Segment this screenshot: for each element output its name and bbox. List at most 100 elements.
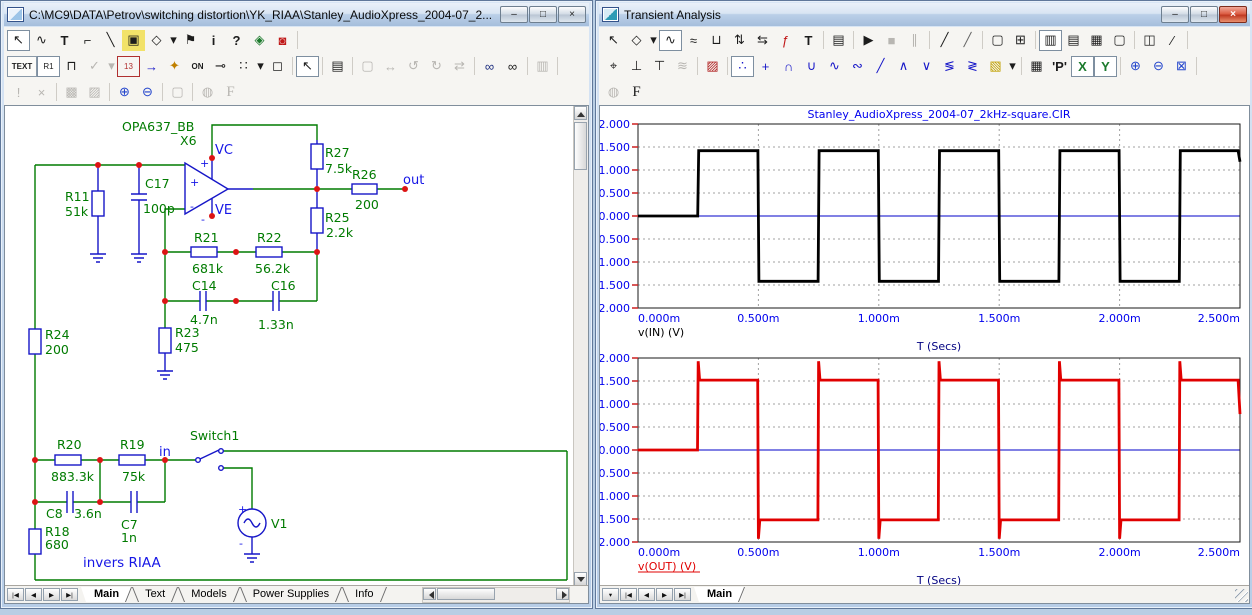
go-to-y-button[interactable]: ⊥ (625, 56, 648, 77)
animate-button[interactable]: ▧ (984, 56, 1007, 77)
polyline-button[interactable]: ╱ (956, 30, 979, 51)
resistor-r21[interactable] (191, 247, 217, 257)
slope-cursor-button[interactable]: ╱ (869, 56, 892, 77)
schematic-titlebar[interactable]: C:\MC9\DATA\Petrov\switching distortion\… (4, 3, 589, 26)
close-button[interactable]: × (558, 6, 586, 23)
global-low-button[interactable]: ≶ (938, 56, 961, 77)
text-mode-button[interactable]: T (53, 30, 76, 51)
x-scale-button[interactable]: X (1071, 56, 1094, 77)
shape-dropdown[interactable]: ▾ (648, 30, 659, 51)
line-button[interactable]: ╱ (933, 30, 956, 51)
switch-sw1[interactable] (196, 449, 224, 471)
shape-dropdown[interactable]: ▾ (168, 30, 179, 51)
source-v1[interactable] (238, 509, 266, 562)
transient-plots[interactable]: 2.0001.5001.0000.5000.000-0.500-1.000-1.… (600, 106, 1251, 587)
enable-disable-button[interactable]: ◙ (271, 30, 294, 51)
pin-numbers-button[interactable]: ⊓ (60, 56, 83, 77)
lead-button[interactable]: ⊸ (209, 56, 232, 77)
resistor-r19[interactable] (119, 455, 145, 465)
low-button[interactable]: ∾ (846, 56, 869, 77)
select-tool-button[interactable]: ↖ (7, 30, 30, 51)
page-prev-button[interactable]: ◀ (25, 588, 42, 601)
horizontal-scrollbar[interactable] (422, 587, 570, 603)
resistor-r25[interactable] (311, 208, 323, 252)
run-button[interactable]: ▶ (857, 30, 880, 51)
global-high-button[interactable]: ∨ (915, 56, 938, 77)
select-tool-button[interactable]: ↖ (602, 30, 625, 51)
horizontal-scroll-thumb[interactable] (437, 588, 495, 600)
pages-dropdown-button[interactable]: ▾ (602, 588, 619, 601)
properties-button[interactable]: ▤ (827, 30, 850, 51)
line-mode-button[interactable]: ╲ (99, 30, 122, 51)
info-mode-button[interactable]: i (202, 30, 225, 51)
resistor-r11[interactable] (90, 165, 106, 262)
cursor-mode-button[interactable]: ↖ (296, 56, 319, 77)
animate-dropdown[interactable]: ▾ (1007, 56, 1018, 77)
zoom-out-button[interactable]: ⊖ (1147, 56, 1170, 77)
help-mode-button[interactable]: ? (225, 30, 248, 51)
go-to-x-button[interactable]: ⌖ (602, 56, 625, 77)
text-button[interactable]: TEXT (7, 56, 37, 77)
split-plots-button[interactable]: ◫ (1138, 30, 1161, 51)
capacitor-c16[interactable] (273, 291, 279, 311)
resistor-r26[interactable] (352, 184, 377, 194)
numeric-output-button[interactable]: ▦ (1025, 56, 1048, 77)
peak-button[interactable]: ∩ (777, 56, 800, 77)
schematic-canvas[interactable]: OPA637_BB X6 R1151k C17100p R277.5k R262… (5, 106, 575, 587)
vertical-tag-button[interactable]: ⇅ (728, 30, 751, 51)
resistor-r23[interactable] (157, 328, 173, 379)
show-attribute-button[interactable]: R1 (37, 56, 60, 77)
zoom-in-button[interactable]: ⊕ (113, 82, 136, 103)
color-button[interactable]: ▨ (701, 56, 724, 77)
cursor-mode-button[interactable]: ≈ (682, 30, 705, 51)
p-key-button[interactable]: 'P' (1048, 56, 1071, 77)
resistor-r22[interactable] (256, 247, 282, 257)
ortho-wire-button[interactable]: ⌐ (76, 30, 99, 51)
grid-box-button[interactable]: ⊞ (1009, 30, 1032, 51)
minimize-button[interactable]: – (500, 6, 528, 23)
current-probe-button[interactable]: → (140, 56, 163, 77)
function-tag-button[interactable]: ƒ (774, 30, 797, 51)
y-scale-button[interactable]: Y (1094, 56, 1117, 77)
resistor-r20[interactable] (55, 455, 81, 465)
envelope-button[interactable]: ≷ (961, 56, 984, 77)
web-page-button[interactable]: ◈ (248, 30, 271, 51)
scroll-left-button[interactable] (423, 588, 436, 600)
go-to-branch-button[interactable]: ⊤ (648, 56, 671, 77)
scale-mode-button[interactable]: ∿ (659, 30, 682, 51)
maximize-button[interactable]: □ (1190, 6, 1218, 23)
resistor-r24[interactable] (29, 329, 41, 354)
tab-main[interactable]: Main (81, 587, 132, 602)
data-points-button[interactable]: ∴ (731, 56, 754, 77)
scroll-down-button[interactable] (574, 572, 587, 586)
capacitor-c7[interactable] (131, 491, 137, 513)
maximize-button[interactable]: □ (529, 6, 557, 23)
inflection-button[interactable]: ∧ (892, 56, 915, 77)
page-next-button[interactable]: ▶ (656, 588, 673, 601)
wire-mode-button[interactable]: ∿ (30, 30, 53, 51)
zoom-in-button[interactable]: ⊕ (1124, 56, 1147, 77)
page-last-button[interactable]: ▶| (674, 588, 691, 601)
tab-main[interactable]: Main (694, 587, 745, 602)
vertical-scrollbar[interactable] (573, 106, 588, 586)
shape-button[interactable]: ◇ (625, 30, 648, 51)
valley-button[interactable]: ∪ (800, 56, 823, 77)
grid-none-button[interactable]: ▢ (1108, 30, 1131, 51)
resize-grip[interactable] (1235, 589, 1248, 602)
power-probe-button[interactable]: ✦ (163, 56, 186, 77)
page-first-button[interactable]: |◀ (620, 588, 637, 601)
close-button[interactable]: × (1219, 6, 1247, 23)
minimize-button[interactable]: – (1161, 6, 1189, 23)
scroll-right-button[interactable] (556, 588, 569, 600)
scroll-up-button[interactable] (574, 106, 587, 120)
capacitor-c14[interactable] (200, 291, 206, 311)
slope-button[interactable]: ∕ (1161, 30, 1184, 51)
grid-both-button[interactable]: ▦ (1085, 30, 1108, 51)
tokens-button[interactable]: + (754, 56, 777, 77)
shape-button[interactable]: ◇ (145, 30, 168, 51)
grid-vertical-button[interactable]: ▥ (1039, 30, 1062, 51)
page-next-button[interactable]: ▶ (43, 588, 60, 601)
tab-models[interactable]: Models (178, 587, 239, 602)
grid-horizontal-button[interactable]: ▤ (1062, 30, 1085, 51)
component-button[interactable]: ▣ (122, 30, 145, 51)
